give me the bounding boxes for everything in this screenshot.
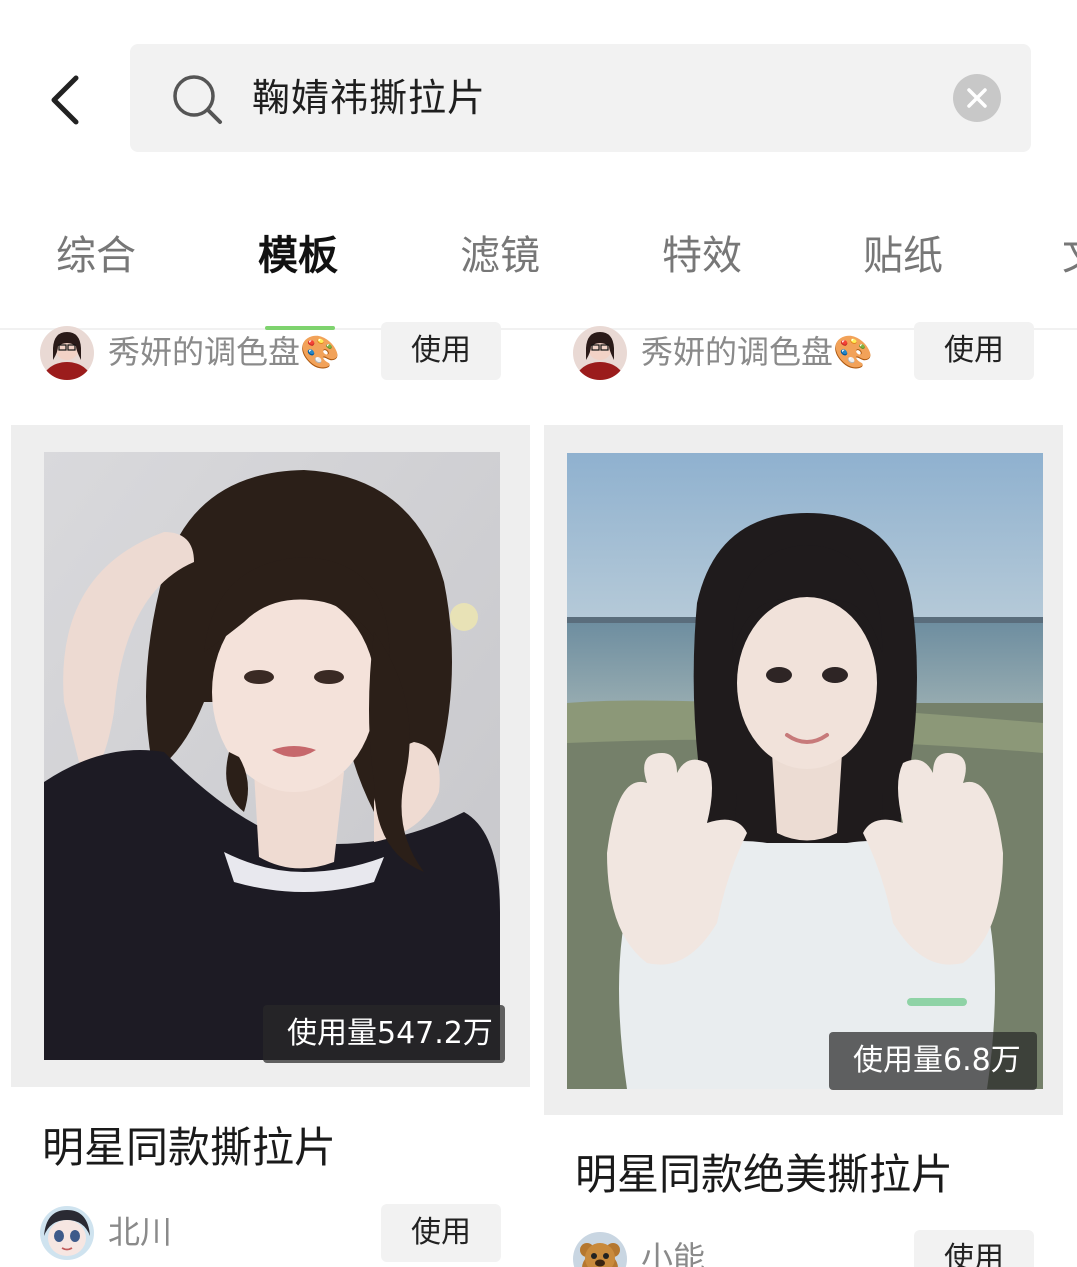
avatar[interactable] [40, 326, 94, 380]
tab-text[interactable]: 文 [1062, 230, 1077, 282]
template-card[interactable]: 使用量6.8万 [544, 425, 1063, 1115]
author-name[interactable]: 北川 [108, 1210, 172, 1254]
back-button[interactable] [38, 62, 108, 138]
tab-templates[interactable]: 模板 [258, 230, 338, 282]
back-arrow-icon [51, 75, 79, 125]
author-name[interactable]: 小能 [641, 1236, 705, 1267]
search-header: 鞠婧祎撕拉片 [0, 0, 1077, 190]
template-preview-image [44, 452, 500, 1060]
tab-effects[interactable]: 特效 [662, 230, 742, 282]
clear-search-button[interactable] [953, 74, 1001, 122]
tab-stickers[interactable]: 贴纸 [863, 230, 943, 282]
use-button[interactable]: 使用 [381, 322, 501, 380]
category-tabs: 综合 模板 滤镜 特效 贴纸 文 [0, 212, 1077, 302]
template-title[interactable]: 明星同款绝美撕拉片 [575, 1147, 953, 1203]
author-name[interactable]: 秀妍的调色盘🎨 [641, 330, 873, 374]
usage-count-badge: 使用量547.2万 [263, 1005, 505, 1063]
usage-count-badge: 使用量6.8万 [829, 1032, 1037, 1090]
tab-filters[interactable]: 滤镜 [460, 230, 540, 282]
avatar[interactable] [573, 1232, 627, 1267]
use-button[interactable]: 使用 [914, 1230, 1034, 1267]
author-name[interactable]: 秀妍的调色盘🎨 [108, 330, 340, 374]
template-title[interactable]: 明星同款撕拉片 [42, 1120, 336, 1176]
template-preview-image [567, 453, 1043, 1089]
use-button[interactable]: 使用 [914, 322, 1034, 380]
search-input[interactable]: 鞠婧祎撕拉片 [130, 44, 1031, 152]
avatar[interactable] [40, 1206, 94, 1260]
tab-general[interactable]: 综合 [56, 230, 136, 282]
clear-icon [967, 88, 987, 108]
use-button[interactable]: 使用 [381, 1204, 501, 1262]
search-icon [173, 75, 222, 124]
template-card[interactable]: 使用量547.2万 [11, 425, 530, 1087]
search-query: 鞠婧祎撕拉片 [252, 76, 487, 120]
avatar[interactable] [573, 326, 627, 380]
